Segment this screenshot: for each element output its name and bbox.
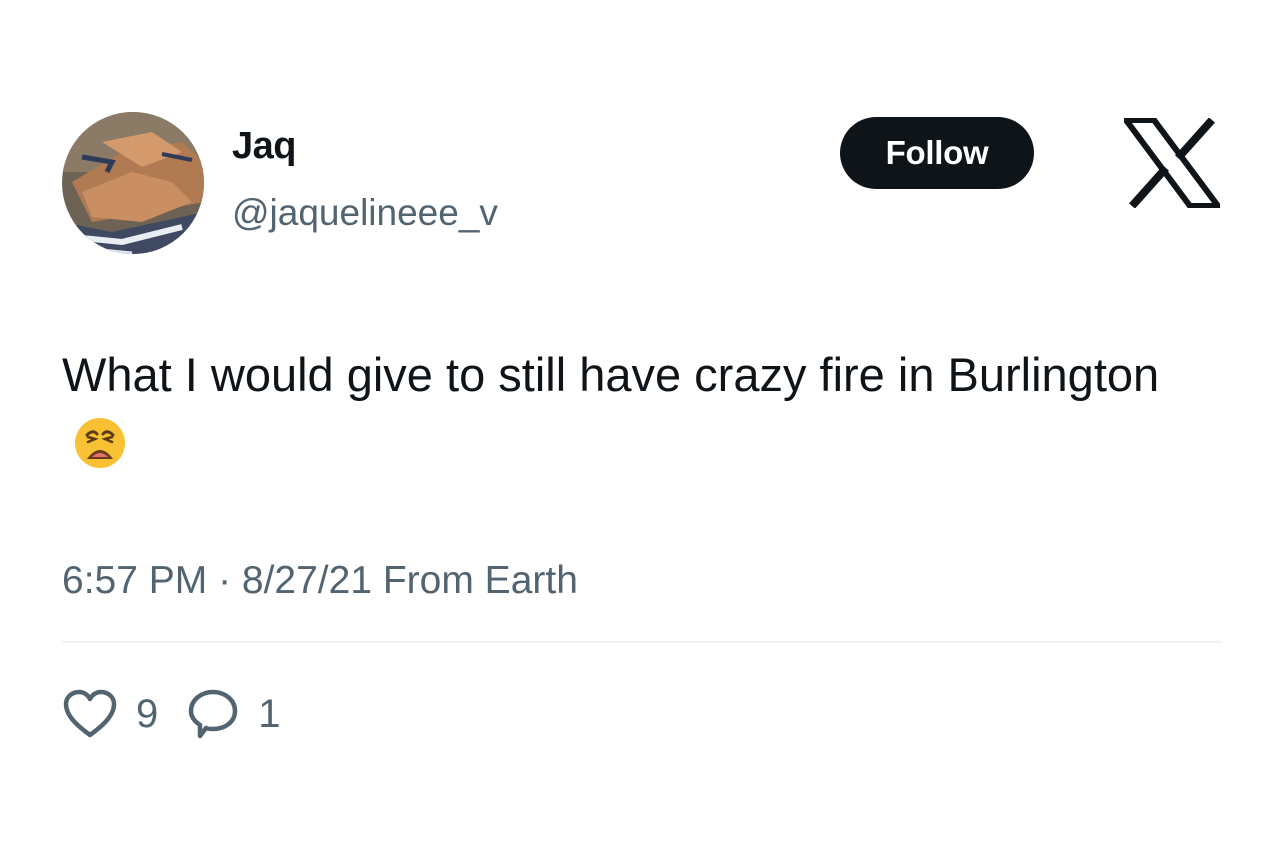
like-count: 9 — [136, 691, 159, 736]
avatar[interactable] — [62, 112, 204, 254]
heart-icon — [63, 689, 117, 738]
weary-face-emoji-icon — [72, 415, 128, 471]
display-name[interactable]: Jaq — [232, 127, 296, 165]
tweet-text: What I would give to still have crazy fi… — [62, 340, 1222, 480]
tweet-text-content: What I would give to still have crazy fi… — [62, 348, 1160, 401]
reply-bubble-icon — [189, 689, 238, 739]
tweet-timestamp[interactable]: 6:57 PM · 8/27/21 From Earth — [62, 558, 578, 605]
tweet-card: Jaq @jaquelineee_v Follow What I would g… — [0, 0, 1284, 856]
like-button[interactable]: 9 — [62, 688, 158, 740]
action-bar: 9 1 — [62, 686, 309, 742]
x-logo-icon[interactable] — [1120, 117, 1224, 209]
follow-button[interactable]: Follow — [840, 117, 1034, 189]
user-handle[interactable]: @jaquelineee_v — [232, 194, 498, 231]
reply-count: 1 — [258, 691, 281, 736]
divider — [62, 641, 1222, 643]
reply-button[interactable]: 1 — [186, 687, 281, 741]
